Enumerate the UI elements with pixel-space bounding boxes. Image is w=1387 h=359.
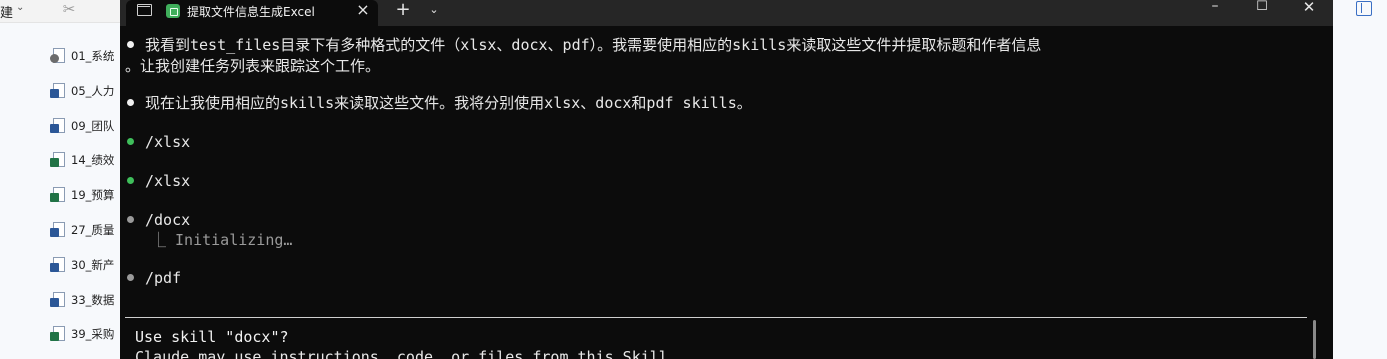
file-name: 14_绩效 (71, 153, 115, 167)
new-button[interactable]: 建 (0, 2, 13, 21)
word-file-icon (50, 257, 66, 273)
file-item[interactable]: 30_新产 (50, 255, 120, 275)
file-explorer-panel: 建 ⌄ ✂ 01_系统 05_人力 09_团队 14_绩效 19_预算 27_质… (0, 0, 120, 359)
excel-file-icon (50, 326, 66, 342)
tab-active[interactable]: 提取文件信息生成Excel × (126, 0, 378, 26)
file-item[interactable]: 27_质量 (50, 220, 120, 240)
file-item[interactable]: 14_绩效 (50, 150, 120, 170)
minimize-button[interactable]: – (1200, 0, 1230, 20)
file-item[interactable]: 05_人力 (50, 81, 120, 101)
output-line: 现在让我使用相应的skills来读取这些文件。我将分别使用xlsx、docx和p… (145, 94, 752, 112)
excel-file-icon (50, 152, 66, 168)
scrollbar[interactable] (1313, 320, 1316, 359)
file-item[interactable]: 09_团队 (50, 116, 120, 136)
new-tab-button[interactable]: + (392, 0, 414, 22)
chevron-down-icon[interactable]: ⌄ (16, 2, 24, 13)
output-line: 。让我创建任务列表来跟踪这个工作。 (125, 57, 381, 75)
terminal-icon (137, 4, 152, 16)
file-name: 33_数据 (71, 293, 115, 307)
command-line: /pdf (145, 269, 182, 287)
file-name: 09_团队 (71, 119, 115, 133)
word-file-icon (50, 222, 66, 238)
close-tab-icon[interactable]: × (353, 0, 373, 22)
file-item[interactable]: 19_预算 (50, 185, 120, 205)
terminal-window[interactable]: 提取文件信息生成Excel × + ⌄ – ☐ ✕ 我看到test_files目… (120, 0, 1333, 359)
excel-file-icon (50, 187, 66, 203)
permission-prompt-title: Use skill "docx"? (135, 328, 289, 346)
word-file-icon (50, 118, 66, 134)
chevron-down-icon[interactable]: ⌄ (423, 0, 445, 22)
tab-title: 提取文件信息生成Excel (187, 5, 315, 19)
status-bullet-pending (127, 274, 134, 281)
output-line: 我看到test_files目录下有多种格式的文件（xlsx、docx、pdf）。… (145, 36, 1042, 54)
file-name: 01_系统 (71, 49, 115, 63)
status-initializing: ⎿ Initializing… (151, 231, 293, 249)
permission-prompt-body: Claude may use instructions, code, or fi… (135, 348, 677, 359)
maximize-button[interactable]: ☐ (1247, 0, 1277, 20)
command-line: /docx (145, 211, 191, 229)
status-bullet-success (127, 138, 134, 145)
file-item[interactable]: 01_系统 (50, 46, 120, 66)
background-window-edge (1333, 0, 1387, 359)
message-bullet (127, 99, 134, 106)
command-line: /xlsx (145, 172, 191, 190)
message-bullet (127, 41, 134, 48)
file-name: 05_人力 (71, 84, 115, 98)
command-line: /xlsx (145, 133, 191, 151)
terminal-titlebar: 提取文件信息生成Excel × + ⌄ – ☐ ✕ (120, 0, 1333, 26)
gear-file-icon (50, 48, 66, 64)
explorer-toolbar: 建 ⌄ ✂ (0, 0, 120, 22)
word-file-icon (50, 292, 66, 308)
status-bullet-success (127, 177, 134, 184)
word-file-icon (50, 83, 66, 99)
panel-icon[interactable] (1356, 1, 1372, 16)
file-name: 39_采购 (71, 327, 115, 341)
cut-icon[interactable]: ✂ (58, 0, 80, 20)
file-item[interactable]: 33_数据 (50, 290, 120, 310)
file-item[interactable]: 39_采购 (50, 324, 120, 344)
close-window-button[interactable]: ✕ (1294, 0, 1324, 20)
prompt-divider (125, 317, 1307, 318)
toolbar-divider (0, 22, 120, 23)
file-name: 19_预算 (71, 188, 115, 202)
status-bullet-pending (127, 216, 134, 223)
file-name: 30_新产 (71, 258, 115, 272)
file-name: 27_质量 (71, 223, 115, 237)
app-icon (166, 4, 180, 18)
